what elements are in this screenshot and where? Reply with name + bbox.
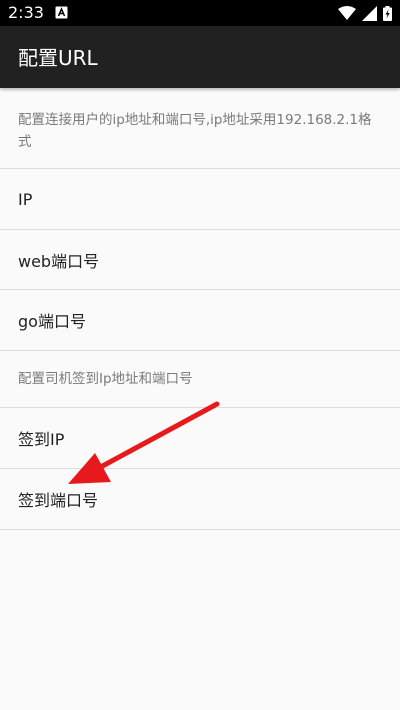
- status-time: 2:33: [8, 3, 44, 22]
- setting-ip-label: IP: [18, 189, 33, 209]
- wifi-icon: [338, 6, 356, 20]
- setting-go-port-label: go端口号: [18, 312, 86, 331]
- setting-web-port-label: web端口号: [18, 251, 100, 271]
- setting-sign-in-port-label: 签到端口号: [18, 491, 99, 510]
- status-icons: [338, 5, 392, 21]
- page-title: 配置URL: [18, 46, 98, 70]
- settings-list: 配置连接用户的ip地址和端口号,ip地址采用192.168.2.1格式 IP w…: [0, 88, 400, 530]
- setting-go-port[interactable]: go端口号: [0, 290, 400, 351]
- battery-charging-icon: [383, 5, 392, 21]
- category-user-connection-label: 配置连接用户的ip地址和端口号,ip地址采用192.168.2.1格式: [18, 112, 372, 150]
- setting-ip[interactable]: IP: [0, 169, 400, 230]
- setting-web-port[interactable]: web端口号: [0, 230, 400, 290]
- setting-sign-in-ip-label: 签到IP: [18, 430, 65, 449]
- category-driver-sign-in: 配置司机签到Ip地址和端口号: [0, 351, 400, 408]
- notification-a-icon: [55, 6, 68, 19]
- signal-icon: [362, 5, 377, 21]
- status-bar: 2:33: [0, 0, 400, 26]
- setting-sign-in-port[interactable]: 签到端口号: [0, 469, 400, 530]
- setting-sign-in-ip[interactable]: 签到IP: [0, 408, 400, 469]
- app-bar: 配置URL: [0, 26, 400, 88]
- category-user-connection: 配置连接用户的ip地址和端口号,ip地址采用192.168.2.1格式: [0, 88, 400, 169]
- category-driver-sign-in-label: 配置司机签到Ip地址和端口号: [18, 371, 193, 387]
